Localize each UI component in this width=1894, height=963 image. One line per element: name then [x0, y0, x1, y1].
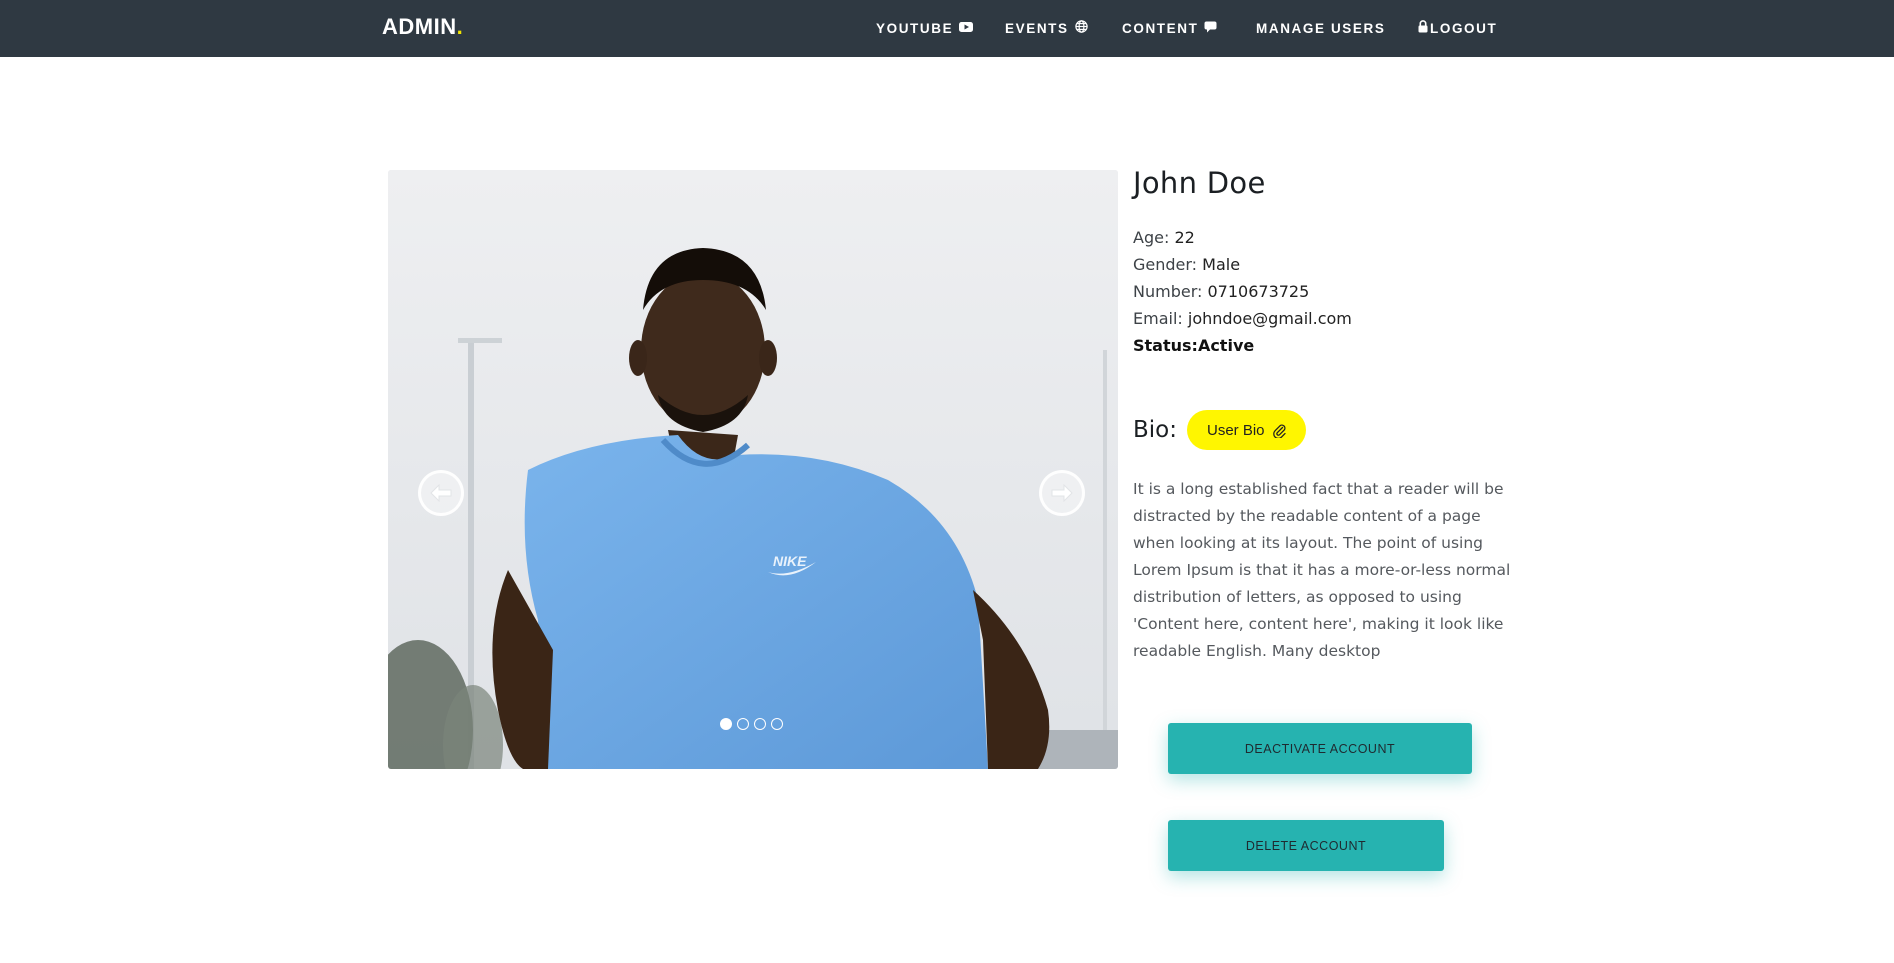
number-label: Number:: [1133, 282, 1203, 301]
nav-events[interactable]: EVENTS: [1005, 18, 1088, 38]
carousel-indicator-2[interactable]: [737, 718, 749, 730]
arrow-right-icon: [1051, 484, 1073, 502]
user-info-list: Age: 22 Gender: Male Number: 0710673725 …: [1133, 224, 1513, 359]
brand-logo[interactable]: ADMIN.: [382, 14, 463, 40]
brand-dot: .: [456, 14, 464, 39]
nav-manage-users-label: MANAGE USERS: [1256, 20, 1386, 36]
delete-account-button[interactable]: DELETE ACCOUNT: [1168, 820, 1444, 871]
youtube-icon: [959, 21, 974, 36]
number-row: Number: 0710673725: [1133, 278, 1513, 305]
number-value: 0710673725: [1207, 282, 1310, 301]
carousel-indicators: [720, 718, 783, 730]
nav-events-label: EVENTS: [1005, 20, 1069, 36]
globe-icon: [1074, 20, 1088, 36]
bio-text: It is a long established fact that a rea…: [1133, 480, 1511, 660]
bio-label: Bio:: [1133, 417, 1177, 443]
shirt-logo-text: NIKE: [773, 553, 807, 569]
user-bio-button[interactable]: User Bio: [1187, 410, 1306, 450]
profile-photo-carousel[interactable]: NIKE: [388, 170, 1118, 769]
age-label: Age:: [1133, 228, 1170, 247]
deactivate-account-button[interactable]: DEACTIVATE ACCOUNT: [1168, 723, 1472, 774]
gender-row: Gender: Male: [1133, 251, 1513, 278]
profile-photo: NIKE: [388, 170, 1118, 769]
nav-logout-label: LOGOUT: [1430, 20, 1498, 36]
nav-youtube-label: YOUTUBE: [876, 20, 954, 36]
email-row: Email: johndoe@gmail.com: [1133, 305, 1513, 332]
lock-icon: [1418, 20, 1428, 36]
age-row: Age: 22: [1133, 224, 1513, 251]
age-value: 22: [1174, 228, 1195, 247]
carousel-next-button[interactable]: [1039, 470, 1085, 516]
email-value: johndoe@gmail.com: [1187, 309, 1352, 328]
status-label: Status:: [1133, 336, 1198, 355]
profile-details: John Doe Age: 22 Gender: Male Number: 07…: [1133, 166, 1513, 359]
brand-text: ADMIN: [382, 14, 457, 39]
nav-logout[interactable]: LOGOUT: [1418, 18, 1497, 38]
comment-icon: [1204, 21, 1217, 36]
paperclip-icon: [1272, 423, 1286, 438]
bio-header: Bio: User Bio: [1133, 410, 1306, 450]
nav-content-label: CONTENT: [1122, 20, 1199, 36]
user-name: John Doe: [1133, 166, 1266, 200]
status-row: Status:Active: [1133, 332, 1513, 359]
gender-value: Male: [1202, 255, 1241, 274]
arrow-left-icon: [430, 484, 452, 502]
nav-manage-users[interactable]: MANAGE USERS: [1256, 18, 1385, 38]
nav-content[interactable]: CONTENT: [1122, 18, 1217, 38]
user-bio-button-label: User Bio: [1207, 421, 1265, 439]
email-label: Email:: [1133, 309, 1183, 328]
top-navbar: ADMIN. YOUTUBE EVENTS CONTENT MANAGE USE…: [0, 0, 1894, 57]
carousel-prev-button[interactable]: [418, 470, 464, 516]
carousel-indicator-4[interactable]: [771, 718, 783, 730]
gender-label: Gender:: [1133, 255, 1198, 274]
status-value: Active: [1197, 336, 1255, 355]
nav-youtube[interactable]: YOUTUBE: [876, 18, 974, 38]
carousel-indicator-3[interactable]: [754, 718, 766, 730]
carousel-indicator-1[interactable]: [720, 718, 732, 730]
